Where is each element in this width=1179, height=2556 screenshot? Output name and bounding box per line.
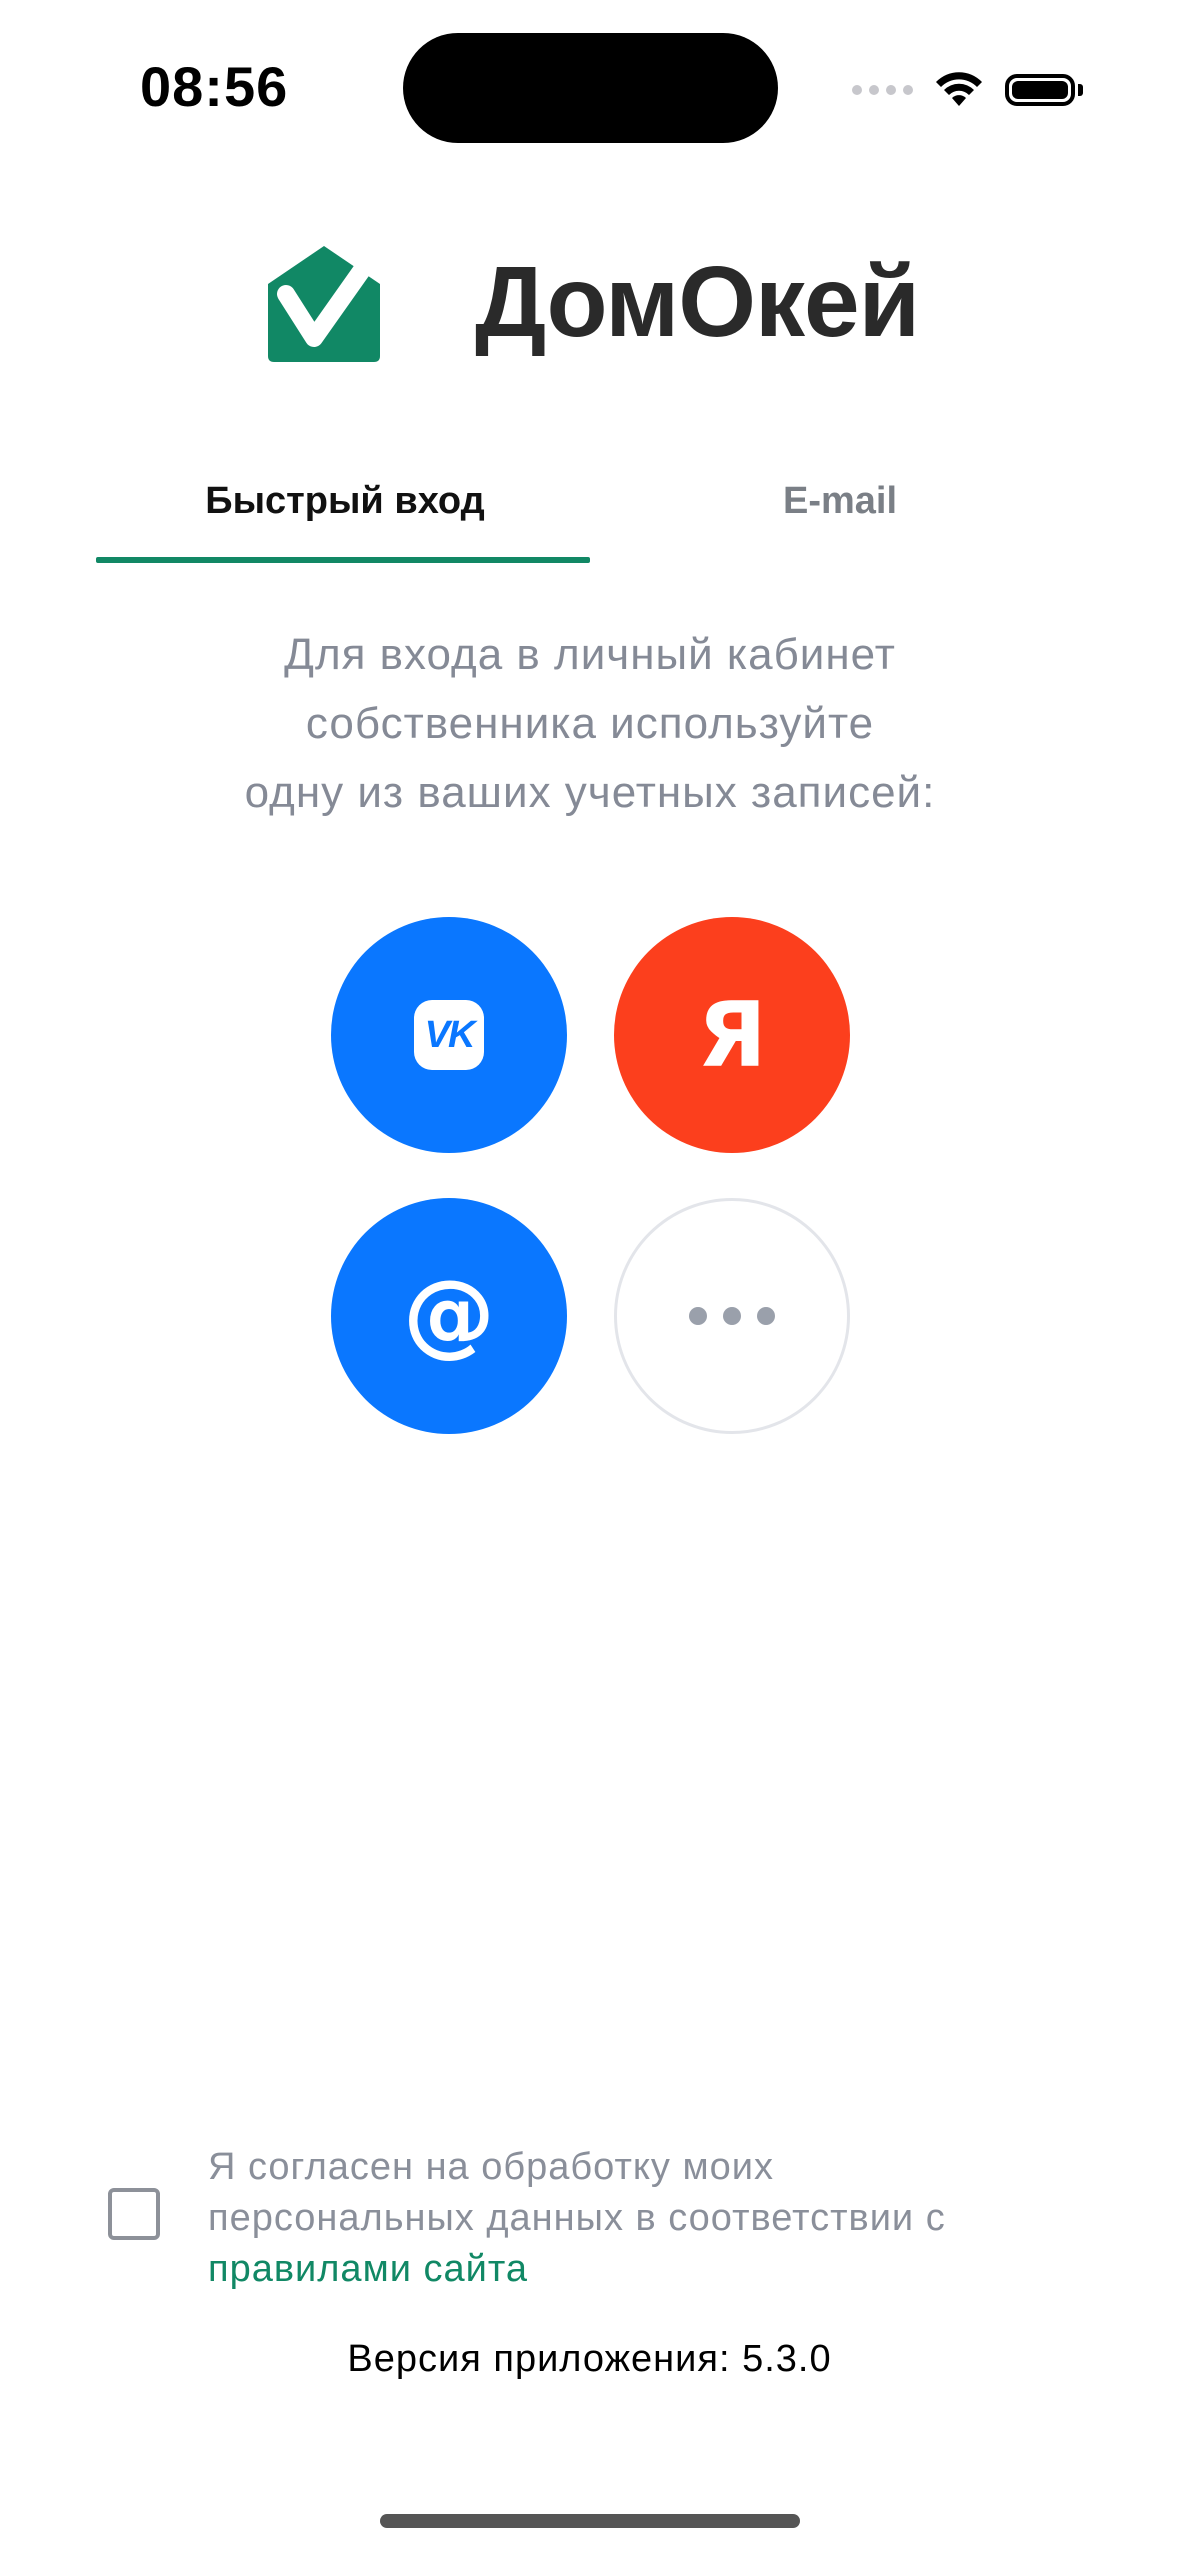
- consent-checkbox[interactable]: [108, 2188, 160, 2240]
- status-time: 08:56: [140, 55, 289, 118]
- wifi-icon: [936, 72, 982, 106]
- vk-login-button[interactable]: VK: [331, 917, 567, 1153]
- tab-quick-login[interactable]: Быстрый вход: [95, 480, 595, 523]
- site-rules-link[interactable]: правилами сайта: [208, 2244, 1088, 2295]
- mail-ru-login-button[interactable]: @: [331, 1198, 567, 1434]
- battery-icon: [1005, 74, 1083, 106]
- home-indicator[interactable]: [380, 2514, 800, 2528]
- login-description: Для входа в личный кабинет собственника …: [140, 620, 1040, 827]
- consent-line: персональных данных в соответствии с: [208, 2197, 946, 2239]
- description-line: одну из ваших учетных записей:: [244, 768, 936, 817]
- active-tab-indicator: [96, 557, 590, 563]
- mail-ru-icon: @: [403, 1259, 495, 1367]
- more-options-button[interactable]: [614, 1198, 850, 1434]
- domokey-logo-icon: [268, 246, 380, 362]
- cellular-signal-icon: [852, 85, 913, 95]
- yandex-login-button[interactable]: Я: [614, 917, 850, 1153]
- vk-icon: VK: [414, 1000, 484, 1070]
- status-icons: [852, 60, 1083, 120]
- description-line: Для входа в личный кабинет: [284, 630, 896, 679]
- dynamic-island: [403, 33, 778, 143]
- brand-name: ДомОкей: [475, 246, 920, 358]
- consent-text: Я согласен на обработку моих персональны…: [208, 2142, 1088, 2295]
- more-icon: [689, 1307, 775, 1325]
- yandex-icon: Я: [697, 982, 767, 1088]
- tab-email[interactable]: E-mail: [590, 480, 1090, 523]
- app-version: Версия приложения: 5.3.0: [347, 2338, 832, 2380]
- consent-line: Я согласен на обработку моих: [208, 2146, 774, 2188]
- description-line: собственника используйте: [305, 699, 875, 748]
